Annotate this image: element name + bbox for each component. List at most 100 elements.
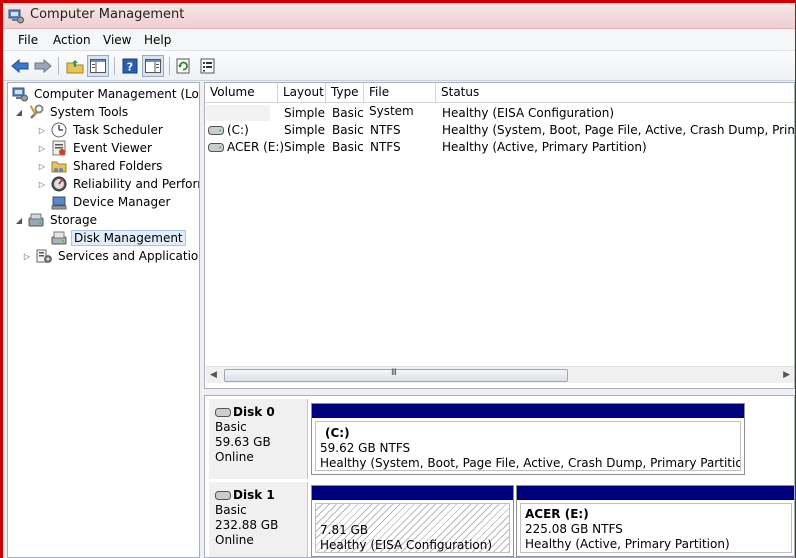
partition-acer-e[interactable]: ACER (E:) 225.08 GB NTFS Healthy (Active… xyxy=(516,485,794,557)
tree-item-shared-folders[interactable]: ▷ Shared Folders xyxy=(37,157,164,175)
services-icon xyxy=(36,249,52,263)
menu-view[interactable]: View xyxy=(103,33,131,47)
partition-name: (C:) xyxy=(325,426,350,440)
cell-type: Basic xyxy=(332,140,364,154)
tree-item-storage[interactable]: ◢ Storage xyxy=(14,211,99,229)
tools-icon xyxy=(29,104,44,119)
tree-item-label: Reliability and Performa xyxy=(73,177,199,191)
refresh-button[interactable] xyxy=(173,55,195,77)
tree-item-computer-management[interactable]: Computer Management (Local xyxy=(12,85,200,103)
partition-c[interactable]: (C:) 59.62 GB NTFS Healthy (System, Boot… xyxy=(311,403,745,475)
table-row[interactable]: (C:) Simple Basic NTFS Healthy (System, … xyxy=(205,122,794,139)
disk-name: Disk 0 xyxy=(215,405,307,420)
console-tree: Computer Management (Local ◢ System Tool… xyxy=(7,82,200,558)
event-viewer-icon xyxy=(52,140,66,156)
scroll-right-arrow-icon[interactable]: ▶ xyxy=(783,370,790,380)
table-row[interactable]: ACER (E:) Simple Basic NTFS Healthy (Act… xyxy=(205,139,794,156)
disk-size: 59.63 GB xyxy=(215,435,271,449)
tree-item-label: Services and Applications xyxy=(58,249,200,263)
disk-title: Disk 0 xyxy=(233,405,275,419)
disk-state: Online xyxy=(215,450,254,464)
collapsed-arrow-icon[interactable]: ▷ xyxy=(22,252,32,261)
cell-type: Basic xyxy=(332,106,364,120)
device-manager-icon xyxy=(51,196,67,210)
computer-management-window: Computer Management File Action View Hel… xyxy=(3,3,795,558)
partition-size: 7.81 GB xyxy=(320,523,369,537)
back-button[interactable] xyxy=(9,55,31,77)
up-folder-button[interactable] xyxy=(64,55,86,77)
disk-volume-icon xyxy=(208,126,224,135)
tree-item-label: Computer Management (Local xyxy=(34,87,200,101)
tree-item-reliability-performance[interactable]: ▷ Reliability and Performa xyxy=(37,175,199,193)
cell-layout: Simple xyxy=(284,106,325,120)
tree-item-label: Task Scheduler xyxy=(73,123,163,137)
scrollbar-thumb[interactable]: III xyxy=(224,368,568,382)
partition-size: 59.62 GB NTFS xyxy=(320,441,411,455)
tree-item-services-applications[interactable]: ▷ Services and Applications xyxy=(22,247,200,265)
properties-button[interactable] xyxy=(197,55,219,77)
tree-item-task-scheduler[interactable]: ▷ Task Scheduler xyxy=(37,121,165,139)
shared-folder-icon xyxy=(51,161,67,173)
disk-drive-icon xyxy=(215,491,231,500)
menu-help[interactable]: Help xyxy=(144,33,171,47)
partition-status: Healthy (EISA Configuration) xyxy=(320,538,493,552)
tree-item-label: Shared Folders xyxy=(73,159,163,173)
partition-bar xyxy=(517,486,794,500)
help-button[interactable]: ? xyxy=(119,55,141,77)
partition-size: 225.08 GB NTFS xyxy=(525,522,623,536)
partition-status: Healthy (System, Boot, Page File, Active… xyxy=(320,456,741,470)
show-hide-console-tree-button[interactable] xyxy=(87,55,109,77)
partition-details: (C:) 59.62 GB NTFS Healthy (System, Boot… xyxy=(315,421,741,471)
cell-status: Healthy (EISA Configuration) xyxy=(442,106,615,120)
title-bar[interactable]: Computer Management xyxy=(3,3,795,29)
volume-list-pane: Volume Layout Type File System Status Si… xyxy=(204,82,795,389)
show-hide-action-pane-button[interactable] xyxy=(142,55,164,77)
window-title: Computer Management xyxy=(30,7,185,22)
tree-item-system-tools[interactable]: ◢ System Tools xyxy=(14,103,130,121)
partition-bar xyxy=(312,486,513,500)
partition-eisa[interactable]: 7.81 GB Healthy (EISA Configuration) xyxy=(311,485,514,557)
table-row[interactable]: Simple Basic Healthy (EISA Configuration… xyxy=(205,105,794,122)
disk-type: Basic xyxy=(215,503,247,517)
column-header-file-system[interactable]: File System xyxy=(364,83,436,118)
collapsed-arrow-icon[interactable]: ▷ xyxy=(37,126,47,135)
expanded-arrow-icon[interactable]: ◢ xyxy=(14,108,24,117)
cell-file-system: NTFS xyxy=(370,140,401,154)
disk-drive-icon xyxy=(215,408,231,417)
back-arrow-icon xyxy=(11,59,29,73)
tree-item-disk-management[interactable]: Disk Management xyxy=(51,229,186,247)
toolbar-separator xyxy=(114,57,115,75)
cell-layout: Simple xyxy=(284,140,325,154)
disk-0-label[interactable]: Disk 0 Basic 59.63 GB Online xyxy=(209,399,308,479)
disk-title: Disk 1 xyxy=(233,488,275,502)
forward-button[interactable] xyxy=(32,55,54,77)
scroll-left-arrow-icon[interactable]: ◀ xyxy=(210,370,217,380)
menu-action[interactable]: Action xyxy=(53,33,91,47)
column-header-layout[interactable]: Layout xyxy=(278,83,326,103)
column-header-volume[interactable]: Volume xyxy=(205,83,278,103)
collapsed-arrow-icon[interactable]: ▷ xyxy=(37,180,47,189)
computer-management-icon xyxy=(8,9,24,24)
collapsed-arrow-icon[interactable]: ▷ xyxy=(37,162,47,171)
cell-status: Healthy (System, Boot, Page File, Active… xyxy=(442,123,794,137)
svg-text:?: ? xyxy=(127,61,133,74)
column-header-type[interactable]: Type xyxy=(326,83,364,103)
expanded-arrow-icon[interactable]: ◢ xyxy=(14,216,24,225)
column-header-status[interactable]: Status xyxy=(436,83,794,103)
horizontal-scrollbar[interactable]: ◀ III ▶ xyxy=(206,366,794,383)
collapsed-arrow-icon[interactable]: ▷ xyxy=(37,144,47,153)
tree-item-device-manager[interactable]: Device Manager xyxy=(51,193,172,211)
partition-status: Healthy (Active, Primary Partition) xyxy=(525,537,730,551)
clock-icon xyxy=(51,122,67,138)
tree-item-label: Device Manager xyxy=(73,195,171,209)
tree-item-label: Storage xyxy=(50,213,97,227)
disk-1-label[interactable]: Disk 1 Basic 232.88 GB Online xyxy=(209,482,308,557)
disk-type: Basic xyxy=(215,420,247,434)
refresh-icon xyxy=(176,58,190,74)
volume-list-header: Volume Layout Type File System Status xyxy=(205,83,794,118)
cell-type: Basic xyxy=(332,123,364,137)
cell-file-system: NTFS xyxy=(370,123,401,137)
menu-file[interactable]: File xyxy=(18,33,38,47)
tree-item-event-viewer[interactable]: ▷ Event Viewer xyxy=(37,139,154,157)
toolbar-separator xyxy=(58,57,59,75)
